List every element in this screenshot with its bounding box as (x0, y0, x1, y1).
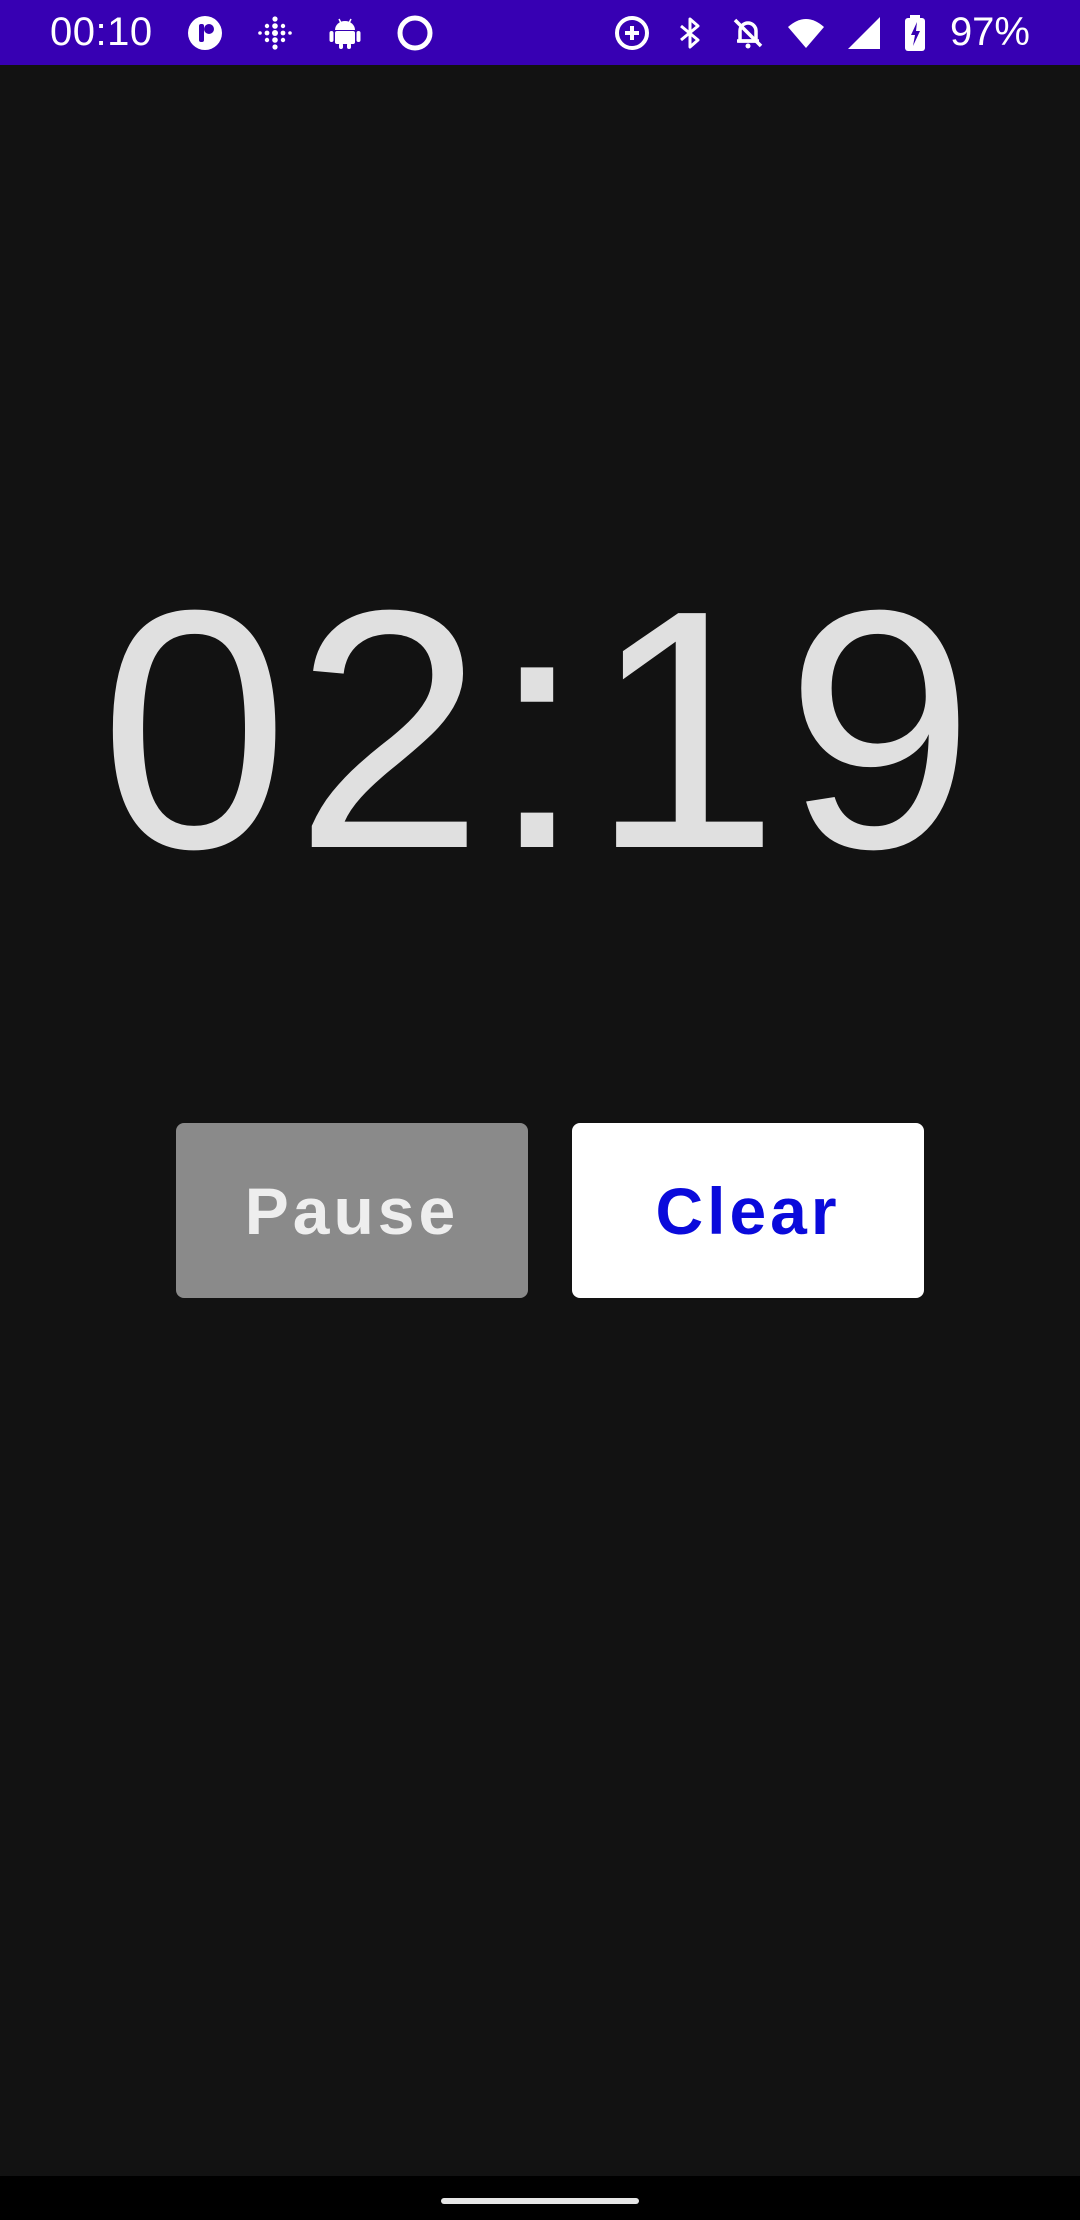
clear-button[interactable]: Clear (572, 1123, 924, 1298)
timer-screen: 00:10 97% 02:19 Pause Clear (0, 0, 1080, 2220)
alarm-off-icon (728, 13, 768, 53)
navigation-bar (0, 2176, 1080, 2220)
bluetooth-icon (670, 13, 710, 53)
android-icon (325, 13, 365, 53)
battery-icon (902, 13, 928, 53)
data-saver-icon (612, 13, 652, 53)
system-status-icons: 97% (612, 10, 1030, 55)
home-handle[interactable] (441, 2198, 639, 2204)
status-time: 00:10 (50, 10, 153, 54)
status-bar: 00:10 97% (0, 0, 1080, 65)
battery-percent: 97% (949, 10, 1030, 54)
timer-display: 02:19 (99, 540, 981, 920)
circle-icon (395, 13, 435, 53)
wifi-icon (786, 13, 826, 53)
signal-icon (844, 13, 884, 53)
notification-icons (185, 13, 435, 53)
fitbit-icon (255, 13, 295, 53)
pause-button[interactable]: Pause (176, 1123, 528, 1298)
app-badge-icon (185, 13, 225, 53)
